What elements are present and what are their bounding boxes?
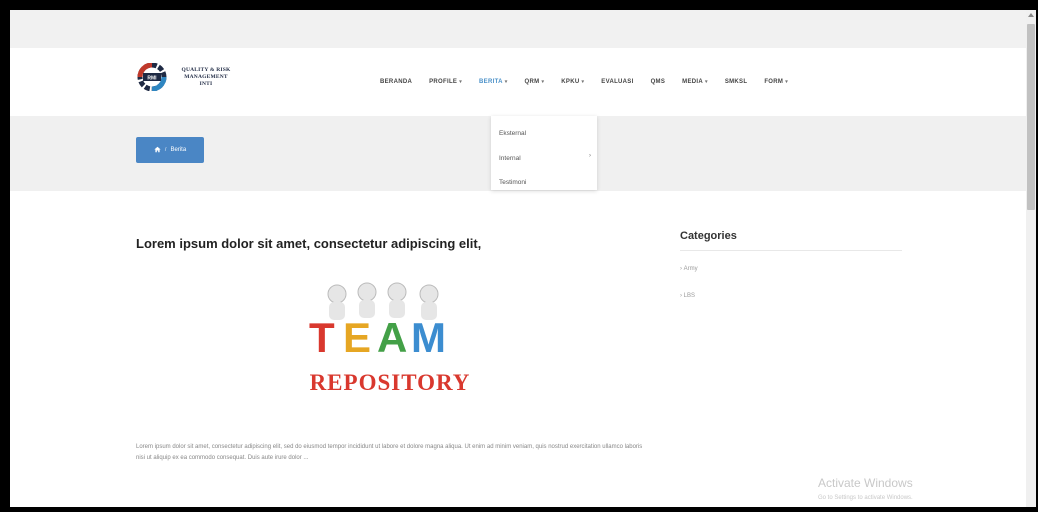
dropdown-item-testimoni[interactable]: Testimoni <box>499 179 526 186</box>
sidebar-divider <box>680 250 902 251</box>
nav-item-qrm[interactable]: QRM ▾ <box>525 79 545 85</box>
activate-windows-subtext: Go to Settings to activate Windows. <box>818 495 913 501</box>
chevron-down-icon: ▾ <box>581 79 585 85</box>
repository-caption: REPOSITORY <box>310 370 471 392</box>
nav-item-profile[interactable]: PROFILE ▾ <box>429 79 462 85</box>
nav-item-kpku[interactable]: KPKU ▾ <box>561 79 584 85</box>
chevron-down-icon: ▾ <box>541 79 545 85</box>
breadcrumb-label: Berita <box>170 147 187 153</box>
team-repository-image[interactable]: T E A M REPOSITORY <box>295 280 485 395</box>
sidebar-title: Categories <box>680 230 737 242</box>
nav-item-qms[interactable]: QMS <box>651 79 666 85</box>
breadcrumb-separator: / <box>164 147 167 153</box>
chevron-down-icon: ▾ <box>459 79 463 85</box>
letter-e: E <box>343 314 371 361</box>
logo-gear-icon: RMI <box>135 62 169 92</box>
dropdown-item-internal[interactable]: Internal <box>499 155 521 162</box>
scroll-up-icon[interactable] <box>1028 13 1034 17</box>
home-icon <box>154 146 161 155</box>
logo-line-2: MANAGEMENT <box>184 73 228 80</box>
top-bar <box>10 10 1026 48</box>
letter-m: M <box>411 314 446 361</box>
nav-item-beranda[interactable]: BERANDA <box>380 79 412 85</box>
scrollbar-thumb[interactable] <box>1027 24 1035 210</box>
chevron-right-icon: › <box>589 153 591 159</box>
category-item-army[interactable]: › Army <box>680 266 698 272</box>
nav-item-evaluasi[interactable]: EVALUASI <box>601 79 633 85</box>
logo-text: QUALITY & RISK MANAGEMENT INTI <box>175 67 237 88</box>
chevron-down-icon: ▾ <box>705 79 708 85</box>
logo-badge-text: RMI <box>147 76 157 82</box>
chevron-down-icon: ▾ <box>785 79 788 85</box>
vertical-scrollbar[interactable] <box>1026 10 1036 507</box>
letter-a: A <box>377 314 407 361</box>
main-nav: BERANDA PROFILE ▾ BERITA ▾ QRM ▾ KPKU ▾ EVAL… <box>380 79 805 85</box>
activate-windows-watermark: Activate Windows <box>818 476 913 490</box>
nav-item-smksl[interactable]: SMKSL <box>725 79 748 85</box>
post-excerpt: Lorem ipsum dolor sit amet, consectetur … <box>136 444 643 461</box>
chevron-down-icon: ▾ <box>504 79 508 85</box>
nav-item-berita[interactable]: BERITA ▾ <box>479 79 508 85</box>
browser-viewport: RMI QUALITY & RISK MANAGEMENT INTI BERAN… <box>10 10 1026 507</box>
dropdown-item-eksternal[interactable]: Eksternal <box>499 130 526 137</box>
nav-item-media[interactable]: MEDIA ▾ <box>682 79 708 85</box>
site-header: RMI QUALITY & RISK MANAGEMENT INTI BERAN… <box>10 48 1026 116</box>
letter-t: T <box>309 314 335 361</box>
nav-item-form[interactable]: FORM ▾ <box>764 79 788 85</box>
logo-line-3: INTI <box>199 80 213 87</box>
breadcrumb[interactable]: / Berita <box>136 137 204 163</box>
site-logo[interactable]: RMI QUALITY & RISK MANAGEMENT INTI <box>135 62 237 92</box>
category-item-lbs[interactable]: › LBS <box>680 293 695 299</box>
post-title[interactable]: Lorem ipsum dolor sit amet, consectetur … <box>136 236 481 251</box>
berita-dropdown-menu: Eksternal Internal › Testimoni <box>491 116 597 190</box>
logo-line-1: QUALITY & RISK <box>181 66 231 73</box>
